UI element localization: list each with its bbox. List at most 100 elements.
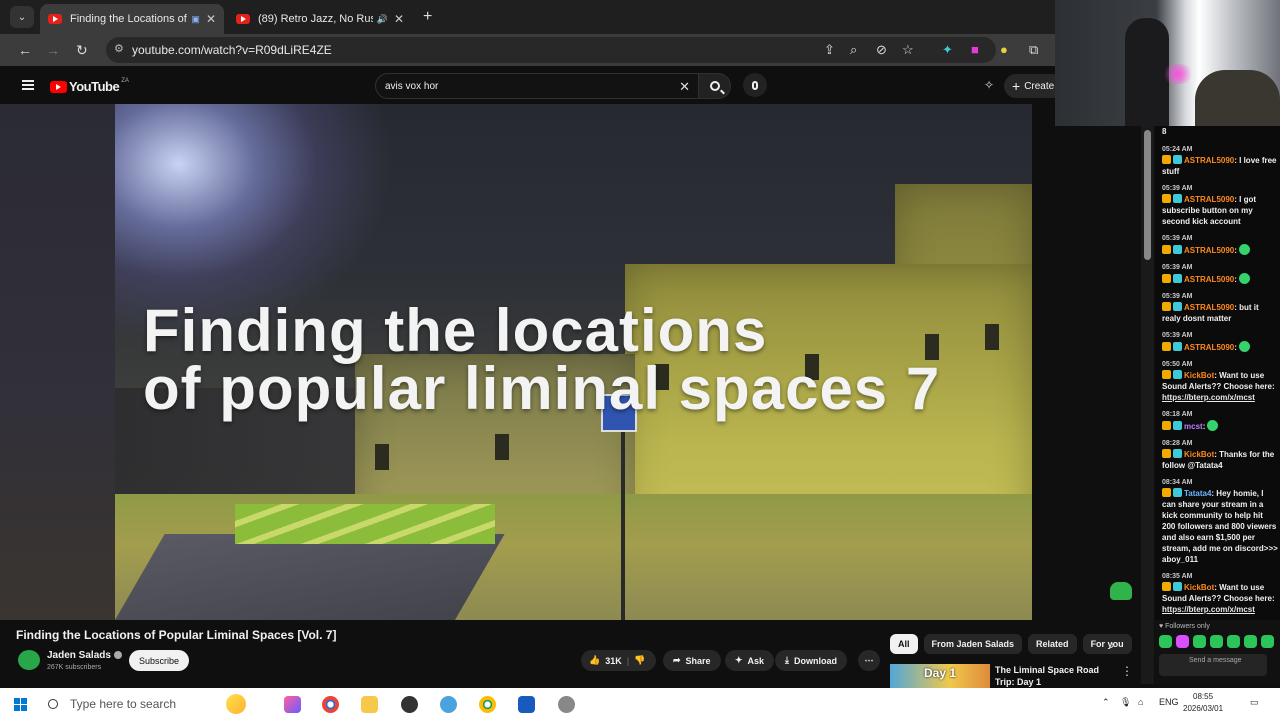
- taskbar-search[interactable]: Type here to search: [48, 694, 176, 714]
- chat-footer: ♥ Followers only Send a message: [1155, 620, 1280, 684]
- channel-avatar[interactable]: [18, 650, 40, 670]
- chat-username[interactable]: ASTRAL5090: [1184, 303, 1234, 312]
- site-info-icon[interactable]: ⚙: [114, 42, 124, 55]
- more-vert-icon[interactable]: ⋮: [1121, 664, 1133, 678]
- channel-name[interactable]: Jaden Salads: [47, 650, 122, 661]
- gemini-icon[interactable]: ✧: [984, 78, 994, 92]
- stream-overlay-emote: [1110, 582, 1132, 600]
- address-bar[interactable]: ⚙ youtube.com/watch?v=R09dLiRE4ZE ⇪ ⌕ ⊘ …: [106, 37, 996, 63]
- ask-button[interactable]: ✦ Ask: [725, 650, 775, 671]
- emote-icon[interactable]: [1176, 635, 1189, 648]
- tab-search-button[interactable]: ⌄: [10, 6, 34, 28]
- related-video-title[interactable]: The Liminal Space Road Trip: Day 1: [995, 664, 1110, 688]
- video-overlay-title: Finding the locations of popular liminal…: [143, 301, 941, 422]
- zoom-icon[interactable]: ⌕: [850, 42, 857, 58]
- emote-icon[interactable]: [1227, 635, 1240, 648]
- chat-username[interactable]: ASTRAL5090: [1184, 343, 1234, 352]
- emote-icon[interactable]: [1244, 635, 1257, 648]
- browser-tab[interactable]: (89) Retro Jazz, No Rush To 🔊 ✕: [228, 4, 412, 34]
- more-actions-button[interactable]: ⋯: [858, 650, 880, 671]
- logo-text: YouTube: [69, 79, 120, 94]
- like-icon[interactable]: 👍: [589, 655, 600, 666]
- chat-username[interactable]: mcst: [1184, 422, 1203, 431]
- chip-from-channel[interactable]: From Jaden Salads: [923, 634, 1023, 654]
- app-icon[interactable]: [558, 696, 575, 713]
- app-icon[interactable]: [284, 696, 301, 713]
- chat-username[interactable]: ASTRAL5090: [1184, 195, 1234, 204]
- chat-username[interactable]: KickBot: [1184, 371, 1214, 380]
- chat-username[interactable]: ASTRAL5090: [1184, 246, 1234, 255]
- voice-search-button[interactable]: [743, 73, 767, 97]
- chat-username[interactable]: KickBot: [1184, 450, 1214, 459]
- microphone-icon[interactable]: 🎙: [1120, 697, 1131, 708]
- menu-icon[interactable]: [22, 80, 34, 90]
- chat-username[interactable]: KickBot: [1184, 583, 1214, 592]
- chip-all[interactable]: All: [890, 634, 918, 654]
- badge-icon: [1162, 155, 1171, 164]
- chip-for-you[interactable]: For you: [1082, 634, 1132, 654]
- browser-tabstrip: ⌄ Finding the Locations of Po ▣ ✕ (89) R…: [0, 0, 1055, 34]
- search-icon: [709, 81, 720, 91]
- like-count[interactable]: 31K: [605, 656, 622, 666]
- chrome-icon[interactable]: [322, 696, 339, 713]
- chat-username[interactable]: ASTRAL5090: [1184, 156, 1234, 165]
- chat-message-input[interactable]: Send a message: [1159, 654, 1267, 676]
- windows-start-icon[interactable]: [14, 698, 27, 711]
- related-video-thumbnail[interactable]: Day 1: [890, 664, 990, 688]
- system-clock[interactable]: 08:55 2026/03/01: [1183, 691, 1223, 715]
- chat-timestamp: 05:39 AM: [1162, 293, 1193, 300]
- close-tab-icon[interactable]: ✕: [200, 12, 216, 26]
- word-icon[interactable]: [518, 696, 535, 713]
- chat-link[interactable]: https://bterp.com/x/mcst: [1162, 605, 1255, 614]
- browser-tab-active[interactable]: Finding the Locations of Po ▣ ✕: [40, 4, 224, 34]
- chat-timestamp: 05:39 AM: [1162, 332, 1193, 339]
- reload-button[interactable]: ↻: [76, 42, 88, 59]
- language-indicator[interactable]: ENG: [1159, 697, 1179, 707]
- emote-icon[interactable]: [1210, 635, 1223, 648]
- emote-icon[interactable]: [1261, 635, 1274, 648]
- close-tab-icon[interactable]: ✕: [388, 12, 404, 26]
- network-icon[interactable]: ⌂: [1138, 697, 1143, 707]
- dislike-icon[interactable]: 👎: [634, 655, 645, 666]
- youtube-logo[interactable]: YouTube ZA: [50, 78, 129, 94]
- video-overlay-line: of popular liminal spaces 7: [143, 355, 941, 422]
- extensions-puzzle-icon[interactable]: ⧉: [1029, 42, 1038, 58]
- extension-icon[interactable]: ●: [1000, 42, 1008, 57]
- extension-icon[interactable]: ■: [971, 42, 979, 57]
- install-app-icon[interactable]: ⇪: [824, 42, 835, 58]
- share-button[interactable]: ➦ Share: [663, 650, 721, 671]
- scrollbar-thumb[interactable]: [1144, 130, 1151, 260]
- obs-icon[interactable]: [401, 696, 418, 713]
- download-button[interactable]: ⤓ Download: [775, 650, 847, 671]
- chat-username[interactable]: Tatata4: [1184, 489, 1211, 498]
- chat-username[interactable]: ASTRAL5090: [1184, 275, 1234, 284]
- subscribe-button[interactable]: Subscribe: [129, 650, 190, 671]
- emote-icon[interactable]: [1159, 635, 1172, 648]
- chat-link[interactable]: https://bterp.com/x/mcst: [1162, 393, 1255, 402]
- search-input[interactable]: avis vox hor ✕: [375, 73, 699, 99]
- search-button[interactable]: [699, 73, 731, 99]
- notifications-icon[interactable]: ▭: [1250, 697, 1259, 708]
- hide-icon[interactable]: ⊘: [876, 42, 887, 58]
- clear-search-icon[interactable]: ✕: [679, 79, 690, 95]
- forward-button[interactable]: →: [46, 42, 60, 58]
- bookmark-star-icon[interactable]: ☆: [902, 42, 914, 58]
- file-explorer-icon[interactable]: [361, 696, 378, 713]
- chip-related[interactable]: Related: [1028, 634, 1077, 654]
- chrome-profile-icon[interactable]: [479, 696, 496, 713]
- audio-playing-icon[interactable]: 🔊: [377, 14, 388, 25]
- taskbar-search-placeholder: Type here to search: [70, 697, 177, 711]
- extension-icon[interactable]: ✦: [942, 42, 953, 58]
- page-scrollbar[interactable]: [1141, 126, 1154, 684]
- video-player[interactable]: Finding the locations of popular liminal…: [115, 104, 1032, 620]
- emote-icon[interactable]: [1193, 635, 1206, 648]
- app-icon[interactable]: [440, 696, 457, 713]
- back-button[interactable]: ←: [18, 42, 32, 58]
- new-tab-button[interactable]: +: [423, 8, 432, 26]
- copilot-icon[interactable]: [226, 694, 246, 714]
- show-hidden-icons[interactable]: ⌃: [1102, 697, 1110, 708]
- chat-timestamp: 08:34 AM: [1162, 479, 1193, 486]
- chat-text: :: [1202, 422, 1206, 431]
- chevron-right-icon[interactable]: ›: [1110, 636, 1115, 652]
- plus-icon: +: [1012, 78, 1021, 94]
